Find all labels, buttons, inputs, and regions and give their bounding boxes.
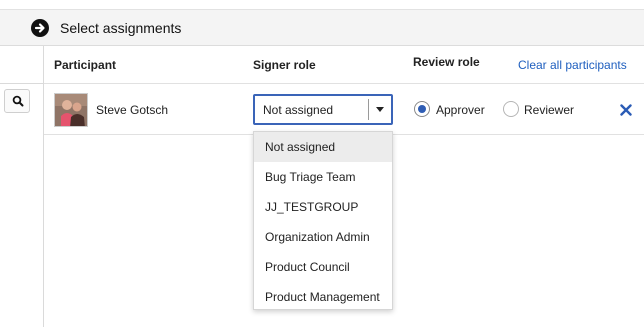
search-icon [12,95,24,107]
column-header-signer-role: Signer role [253,58,316,72]
sidebar-panel [0,46,44,327]
dropdown-option-not-assigned[interactable]: Not assigned [254,132,392,162]
select-divider [368,99,369,120]
approver-radio[interactable] [414,101,430,117]
dropdown-option-product-management[interactable]: Product Management [254,282,392,312]
header-bar: Select assignments [0,9,644,46]
header-divider [44,83,644,84]
participant-name: Steve Gotsch [96,103,169,117]
dropdown-option-product-council[interactable]: Product Council [254,252,392,282]
column-header-participant: Participant [54,58,117,72]
reviewer-label[interactable]: Reviewer [524,103,574,117]
close-icon[interactable] [620,103,632,116]
arrow-right-circle-icon[interactable] [31,19,49,37]
approver-label[interactable]: Approver [436,103,485,117]
dropdown-option-organization-admin[interactable]: Organization Admin [254,222,392,252]
signer-role-dropdown: Not assigned Bug Triage Team JJ_TESTGROU… [253,131,393,310]
avatar [54,93,88,127]
sidebar-divider [0,83,44,84]
reviewer-radio[interactable] [503,101,519,117]
search-button[interactable] [4,89,30,113]
clear-all-participants-link[interactable]: Clear all participants [518,58,627,72]
column-header-review-role: Review role [413,55,480,69]
dropdown-option-jj-testgroup[interactable]: JJ_TESTGROUP [254,192,392,222]
dropdown-option-bug-triage-team[interactable]: Bug Triage Team [254,162,392,192]
assignments-page: Select assignments Participant Signer ro… [0,0,644,327]
chevron-down-icon [376,107,384,112]
header-title: Select assignments [60,20,182,36]
signer-role-select[interactable]: Not assigned [253,94,393,125]
signer-role-value: Not assigned [263,103,334,117]
